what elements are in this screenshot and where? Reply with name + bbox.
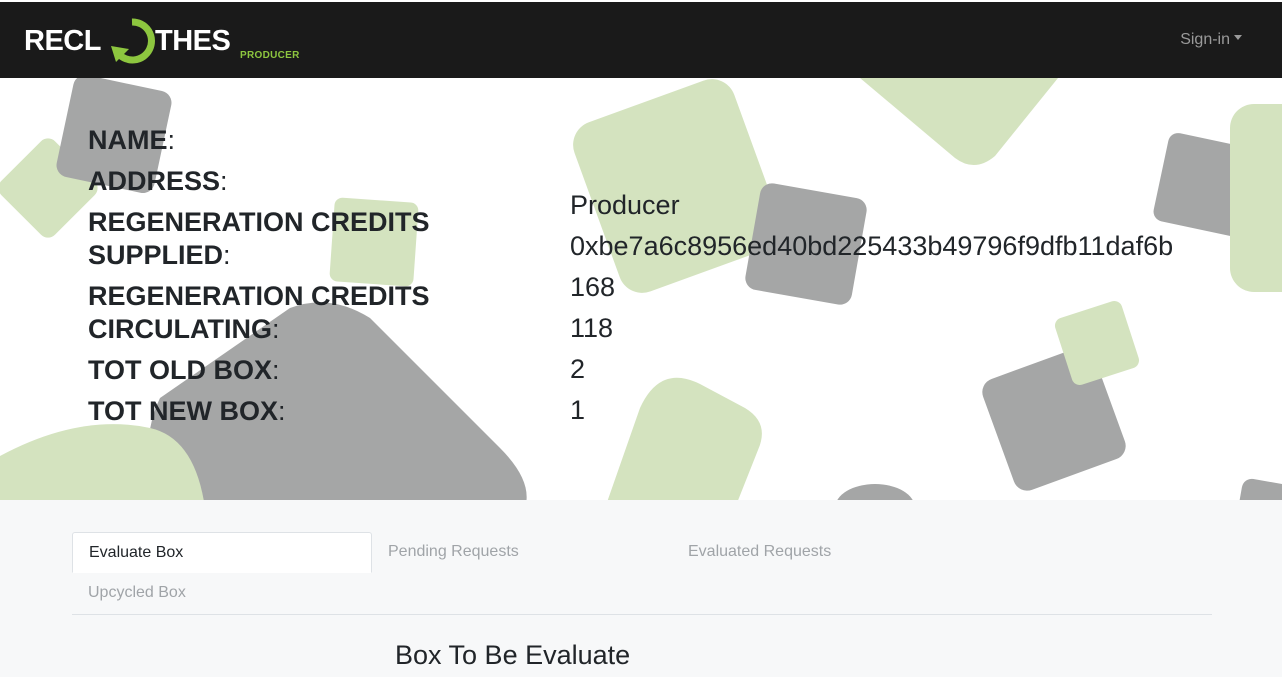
value-name: Producer	[570, 190, 680, 220]
value-tot-old-box: 2	[570, 354, 586, 384]
profile-hero: NAME: ADDRESS: REGENERATION CREDITS SUPP…	[0, 78, 1282, 500]
signin-dropdown[interactable]: Sign-in	[1180, 31, 1242, 49]
tab-evaluate-box[interactable]: Evaluate Box	[72, 532, 372, 573]
tab-pending-requests[interactable]: Pending Requests	[372, 532, 672, 573]
label-name: NAME:	[88, 125, 176, 155]
navbar: RECL THES PRODUCER Sign-in	[0, 0, 1282, 78]
logo-subtitle: PRODUCER	[240, 50, 300, 61]
label-credits-supplied: REGENERATION CREDITS SUPPLIED:	[88, 207, 430, 270]
tab-upcycled-box[interactable]: Upcycled Box	[72, 573, 372, 614]
bg-shape-green-right	[1230, 104, 1282, 292]
label-address: ADDRESS:	[88, 166, 228, 196]
value-credits-circulating: 118	[570, 313, 614, 343]
value-address: 0xbe7a6c8956ed40bd225433b49796f9dfb11daf…	[570, 231, 1174, 261]
tabs-section: Evaluate Box Pending Requests Evaluated …	[0, 500, 1282, 677]
profile-labels: NAME: ADDRESS: REGENERATION CREDITS SUPP…	[88, 124, 508, 436]
bg-shape-gray-bottom-corner	[1234, 478, 1282, 500]
caret-down-icon	[1234, 35, 1242, 41]
value-tot-new-box: 1	[570, 395, 586, 425]
bg-shape-green-top	[860, 78, 1058, 166]
section-title: Box To Be Evaluate	[395, 640, 631, 670]
signin-label: Sign-in	[1180, 31, 1230, 48]
label-tot-new-box: TOT NEW BOX:	[88, 396, 286, 426]
logo-text-left: RECL	[24, 25, 101, 57]
value-credits-supplied: 168	[570, 272, 616, 302]
logo-text-right: THES	[155, 25, 231, 57]
recycle-arrow-icon	[111, 18, 155, 64]
tab-bar: Evaluate Box Pending Requests Evaluated …	[72, 532, 1212, 615]
label-credits-circulating: REGENERATION CREDITS CIRCULATING:	[88, 281, 430, 344]
label-tot-old-box: TOT OLD BOX:	[88, 355, 280, 385]
bg-shape-gray-bottom-mid	[837, 484, 913, 500]
profile-values: Producer 0xbe7a6c8956ed40bd225433b49796f…	[570, 189, 1173, 435]
tab-evaluated-requests[interactable]: Evaluated Requests	[672, 532, 972, 573]
